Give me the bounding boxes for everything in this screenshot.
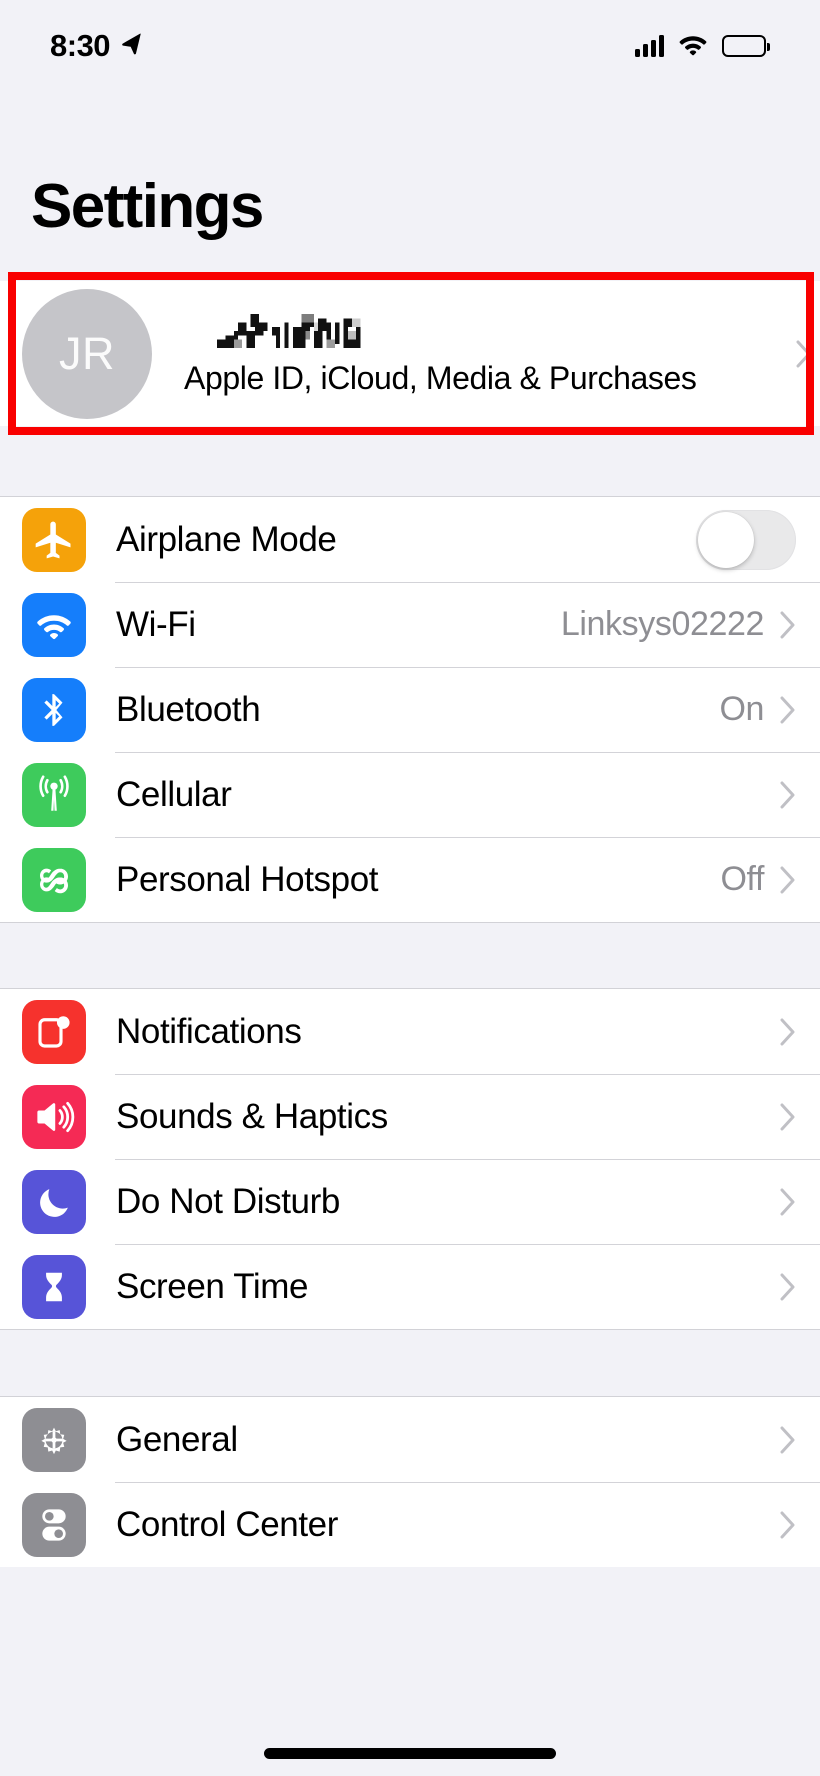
settings-row-label: Wi-Fi [116, 604, 196, 644]
chevron-right-icon [796, 340, 820, 368]
avatar: JR [22, 288, 152, 419]
settings-group-system: General Control Center [0, 1396, 820, 1567]
chevron-right-icon [780, 1511, 796, 1539]
settings-row-bluetooth[interactable]: Bluetooth On [0, 667, 820, 752]
bluetooth-icon [22, 677, 86, 742]
wifi-icon [22, 592, 86, 657]
status-bar-clock: 8:30 [50, 28, 111, 63]
airplane-icon [22, 507, 86, 572]
settings-row-notifications[interactable]: Notifications [0, 989, 820, 1074]
status-bar-right [635, 32, 770, 61]
hourglass-icon [22, 1254, 86, 1319]
settings-row-do-not-disturb[interactable]: Do Not Disturb [0, 1159, 820, 1244]
apple-id-account-row[interactable]: JR Apple ID, iCloud, Media & Purchases [0, 281, 820, 426]
settings-row-cellular[interactable]: Cellular [0, 752, 820, 837]
settings-row-control [764, 1273, 820, 1301]
settings-row-control [764, 1511, 820, 1539]
settings-row-control: On [719, 690, 820, 729]
settings-row-control [764, 1188, 820, 1216]
settings-row-airplane-mode[interactable]: Airplane Mode [0, 497, 820, 582]
gear-icon [22, 1407, 86, 1472]
control-center-toggles-icon [22, 1492, 86, 1557]
chevron-right-icon [780, 696, 796, 724]
location-arrow-icon [120, 32, 144, 61]
airplane-mode-toggle[interactable] [696, 509, 796, 570]
settings-row-label: General [116, 1419, 238, 1459]
chevron-right-icon [780, 1103, 796, 1131]
notifications-badge-icon [22, 999, 86, 1064]
chevron-right-icon [780, 781, 796, 809]
settings-row-label: Airplane Mode [116, 519, 337, 559]
settings-screen: 8:30 Settings JR Apple ID, iCloud, Media… [0, 0, 820, 1776]
settings-row-value: On [719, 690, 764, 728]
settings-row-general[interactable]: General [0, 1397, 820, 1482]
settings-row-control: Linksys02222 [561, 605, 820, 644]
speaker-waves-icon [22, 1084, 86, 1149]
settings-row-control: Off [720, 860, 820, 899]
cellular-signal-icon [635, 35, 664, 57]
settings-row-control [764, 1426, 820, 1454]
settings-row-control [696, 509, 820, 570]
account-text: Apple ID, iCloud, Media & Purchases [184, 310, 697, 397]
chevron-right-icon [780, 1273, 796, 1301]
account-group: JR Apple ID, iCloud, Media & Purchases [0, 281, 820, 426]
hotspot-link-icon [22, 847, 86, 912]
account-subtitle: Apple ID, iCloud, Media & Purchases [184, 360, 697, 396]
chevron-right-icon [780, 866, 796, 894]
settings-row-label: Control Center [116, 1504, 339, 1544]
wifi-icon [677, 32, 709, 61]
settings-row-label: Cellular [116, 774, 232, 814]
settings-row-control [764, 781, 820, 809]
chevron-right-icon [780, 1188, 796, 1216]
status-bar-left: 8:30 [50, 28, 144, 64]
toggle-knob [698, 511, 754, 568]
settings-row-personal-hotspot[interactable]: Personal Hotspot Off [0, 837, 820, 922]
settings-row-label: Do Not Disturb [116, 1181, 340, 1221]
settings-row-control [764, 1018, 820, 1046]
settings-row-control-center[interactable]: Control Center [0, 1482, 820, 1567]
chevron-right-icon [780, 611, 796, 639]
settings-row-wifi[interactable]: Wi-Fi Linksys02222 [0, 582, 820, 667]
crescent-moon-icon [22, 1169, 86, 1234]
status-bar: 8:30 [0, 0, 820, 92]
settings-row-value: Linksys02222 [560, 605, 765, 643]
cellular-antenna-icon [22, 762, 86, 827]
redacted-account-name [184, 310, 406, 348]
settings-group-alerts: Notifications Sounds & Haptics Do Not Di… [0, 988, 820, 1330]
home-indicator-bar[interactable] [264, 1748, 556, 1759]
settings-row-label: Personal Hotspot [116, 859, 379, 899]
settings-row-label: Screen Time [116, 1266, 309, 1306]
page-title: Settings [31, 172, 264, 241]
chevron-right-icon [780, 1426, 796, 1454]
settings-row-control [764, 1103, 820, 1131]
settings-row-sounds-haptics[interactable]: Sounds & Haptics [0, 1074, 820, 1159]
battery-full-icon [722, 35, 770, 57]
settings-row-screen-time[interactable]: Screen Time [0, 1244, 820, 1329]
settings-group-connectivity: Airplane Mode Wi-Fi Linksys02222 Bluetoo… [0, 496, 820, 923]
avatar-initials: JR [59, 327, 115, 379]
chevron-right-icon [780, 1018, 796, 1046]
settings-row-label: Bluetooth [116, 689, 261, 729]
settings-row-label: Sounds & Haptics [116, 1096, 388, 1136]
settings-row-label: Notifications [116, 1011, 302, 1051]
settings-row-value: Off [720, 860, 764, 898]
